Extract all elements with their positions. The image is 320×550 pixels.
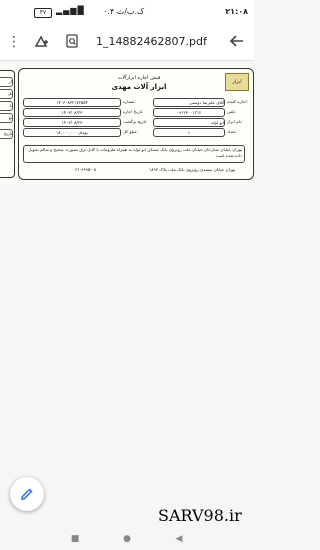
network-speed: ۰.۴ ک.ب/ث: [103, 7, 145, 16]
status-bar: ۳۷ ▂▄▆█ ۰.۴ ک.ب/ث ۲۱:۰۸: [0, 0, 254, 24]
receipt-stub: ار تل نا تع تاریخ: [0, 70, 15, 178]
field-label: مبلغ کل:: [123, 129, 139, 134]
field-value: ۱۴۰۳/۰۸/۲۳: [23, 108, 121, 117]
field-label: تاریخ برگشت:: [123, 119, 148, 124]
file-name: 1_14882462807.pdf: [96, 35, 207, 48]
edit-pencil-icon[interactable]: [10, 477, 44, 511]
field-label: تعداد:: [227, 129, 237, 134]
footer-phone: ۰۲۱-۶۶۹۵-۰۸: [73, 167, 97, 172]
footer-address: تهران خیابان سعیدی روبروی بانک ملت پلاک …: [149, 167, 236, 172]
signal-icon: ▂▄▆█: [56, 6, 85, 15]
shop-logo: ابزار: [225, 73, 249, 91]
back-nav-icon[interactable]: ◀: [174, 534, 184, 544]
field-label: تلفن:: [227, 109, 237, 114]
receipt-title: ابزار آلات مهدی: [111, 83, 167, 91]
home-icon[interactable]: ●: [122, 534, 132, 544]
stub-field: تاریخ: [0, 129, 13, 139]
recents-icon[interactable]: ■: [70, 534, 80, 544]
rental-receipt: ابزار فیش اجاره ابزارآلات ابزار آلات مهد…: [18, 68, 254, 180]
drive-add-icon[interactable]: [32, 33, 50, 51]
field-value: آقای علیرضا دوستی: [153, 98, 225, 107]
system-nav-bar: ■ ● ◀: [0, 528, 254, 550]
field-label: اجاره کننده:: [227, 99, 248, 104]
stub-field: تل: [0, 89, 13, 99]
clock: ۲۱:۰۸: [225, 7, 248, 16]
battery-icon: ۳۷: [34, 8, 52, 18]
delivery-note: تهران خیابان ستارخان خیابان ملت روبروی ب…: [23, 145, 245, 163]
watermark: SARV98.ir: [158, 506, 242, 525]
stub-field: نا: [0, 101, 13, 111]
arrow-back-icon[interactable]: [228, 33, 246, 51]
field-label: شماره:: [123, 99, 136, 104]
field-value: ۱۴۰۳۰۸۳۲۱۷۲۵۵۴: [23, 98, 121, 107]
stub-field: ار: [0, 77, 13, 87]
field-value: ۱۴۰۳/۰۸/۲۳: [23, 118, 121, 127]
search-doc-icon[interactable]: [63, 33, 81, 51]
receipt-subtitle: فیش اجاره ابزارآلات: [117, 75, 161, 81]
field-label: تاریخ اجاره:: [123, 109, 144, 114]
field-value: اتو لوله: [153, 118, 225, 127]
top-toolbar: ⋮ 1_14882462807.pdf: [0, 24, 254, 61]
stub-field: تع: [0, 113, 13, 123]
field-value: ۱۸,۰۰۰,۰۰۰ تومان: [23, 128, 121, 137]
field-value: ۱: [153, 128, 225, 137]
more-vert-icon[interactable]: ⋮: [5, 33, 23, 51]
pdf-page[interactable]: ار تل نا تع تاریخ ابزار فیش اجاره ابزارآ…: [0, 64, 254, 184]
field-value: ۰۹۱۲۳۰۰۱۲۱۲: [153, 108, 225, 117]
field-label: نام ابزار:: [227, 119, 243, 124]
